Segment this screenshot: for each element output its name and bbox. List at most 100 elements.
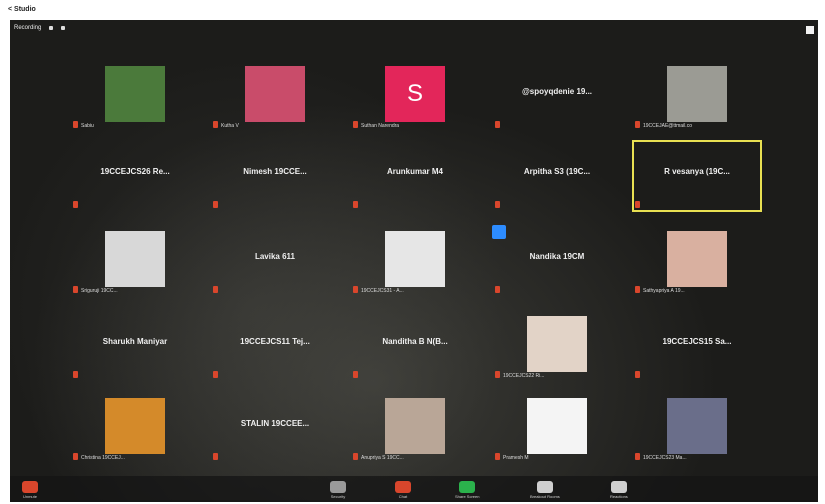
muted-mic-icon — [213, 121, 218, 128]
participant-tile[interactable]: R vesanya (19C... — [632, 140, 762, 212]
toolbar-button[interactable]: Security — [330, 481, 346, 499]
chat-icon — [395, 481, 411, 493]
muted-mic-icon — [635, 286, 640, 293]
participant-video — [667, 231, 727, 287]
muted-mic-icon — [213, 453, 218, 460]
participant-tile[interactable]: 19CCEJCS15 Sa... — [632, 310, 762, 382]
muted-mic-icon — [73, 371, 78, 378]
participant-label: 19CCEJCS22 Ri... — [503, 373, 545, 379]
toolbar-label: Share Screen — [455, 494, 480, 499]
muted-mic-icon — [213, 371, 218, 378]
participant-label: Kutha V — [221, 123, 239, 129]
participant-name: Nanditha B N(B... — [382, 337, 448, 346]
participant-tile[interactable]: 19CCEJCS22 Ri... — [492, 310, 622, 382]
breakout-rooms-icon — [536, 481, 553, 493]
muted-mic-icon — [635, 453, 640, 460]
participant-name: Nandika 19CM — [529, 252, 585, 261]
participant-avatar: S — [385, 66, 445, 122]
screen-share-icon — [492, 225, 506, 239]
participant-video — [105, 231, 165, 287]
participant-tile[interactable]: 19CCEJCS31 - A... — [350, 225, 480, 297]
participant-tile[interactable]: Nanditha B N(B... — [350, 310, 480, 382]
participant-tile[interactable]: Sharukh Maniyar — [70, 310, 200, 382]
participant-tile[interactable]: 19CCEJCS23 Ma... — [632, 392, 762, 464]
microphone-icon — [22, 481, 38, 493]
participant-tile[interactable]: Sriguruji 19CC... — [70, 225, 200, 297]
participant-video — [527, 398, 587, 454]
participant-tile[interactable]: Nandika 19CM — [492, 225, 622, 297]
participant-label: 19CCEJAE@ttmail.co — [643, 123, 692, 129]
toolbar-label: Unmute — [22, 494, 37, 499]
participant-tile[interactable]: 19CCEJCS11 Tej... — [210, 310, 340, 382]
participant-label: Sathyapriya A 19... — [643, 288, 685, 294]
participant-name: Arpitha S3 (19C... — [523, 167, 591, 176]
participant-tile[interactable]: Christina 19CCEJ... — [70, 392, 200, 464]
participant-tile[interactable]: Anupriya S 19CC... — [350, 392, 480, 464]
participant-tile[interactable]: Lavika 611 — [210, 225, 340, 297]
participant-tile[interactable]: STALIN 19CCEE... — [210, 392, 340, 464]
toolbar-button[interactable]: Share Screen — [455, 481, 479, 499]
participant-label: 19CCEJCS31 - A... — [361, 288, 404, 294]
muted-mic-icon — [213, 201, 218, 208]
participant-video — [105, 398, 165, 454]
participant-tile[interactable]: Pramesh M — [492, 392, 622, 464]
participant-name: R vesanya (19C... — [664, 167, 730, 176]
muted-mic-icon — [353, 453, 358, 460]
meeting-toolbar: Unmute Security Chat Share Screen Breakout R… — [10, 476, 818, 502]
toolbar-button[interactable]: Chat — [395, 481, 411, 499]
toolbar-button[interactable]: Reactions — [610, 481, 628, 499]
toolbar-button[interactable]: Unmute — [22, 481, 38, 499]
participant-name: @spoyqdenie 19... — [521, 87, 593, 96]
participant-video — [667, 398, 727, 454]
muted-mic-icon — [73, 121, 78, 128]
participant-tile[interactable]: 19CCEJCS26 Re... — [70, 140, 200, 212]
muted-mic-icon — [73, 286, 78, 293]
muted-mic-icon — [635, 121, 640, 128]
participant-name: Nimesh 19CCE... — [243, 167, 307, 176]
participant-name: STALIN 19CCEE... — [240, 419, 310, 428]
muted-mic-icon — [213, 286, 218, 293]
recording-bar: Recording — [10, 20, 66, 36]
participant-video — [105, 66, 165, 122]
participant-video — [667, 66, 727, 122]
muted-mic-icon — [495, 121, 500, 128]
participant-label: Pramesh M — [503, 455, 529, 461]
muted-mic-icon — [353, 201, 358, 208]
view-toggle-icon[interactable] — [806, 26, 814, 34]
participant-name: 19CCEJCS15 Sa... — [662, 337, 732, 346]
participant-tile[interactable]: 19CCEJAE@ttmail.co — [632, 60, 762, 132]
participant-tile[interactable]: Sathyapriya A 19... — [632, 225, 762, 297]
participant-name: Arunkumar M4 — [386, 167, 443, 176]
participant-tile[interactable]: Kutha V — [210, 60, 340, 132]
participant-video — [245, 66, 305, 122]
participant-video — [385, 231, 445, 287]
stop-recording-icon[interactable] — [61, 26, 66, 30]
reactions-icon — [610, 481, 627, 493]
participant-tile[interactable]: Arpitha S3 (19C... — [492, 140, 622, 212]
muted-mic-icon — [495, 201, 500, 208]
window-title: < Studio — [8, 6, 36, 13]
participant-name: 19CCEJCS11 Tej... — [240, 337, 310, 346]
toolbar-label: Breakout Rooms — [530, 494, 560, 499]
participant-label: Anupriya S 19CC... — [361, 455, 404, 461]
recording-label: Recording — [14, 25, 42, 31]
participant-tile[interactable]: @spoyqdenie 19... — [492, 60, 622, 132]
muted-mic-icon — [635, 201, 640, 208]
participant-label: Sabiu — [81, 123, 94, 129]
muted-mic-icon — [495, 286, 500, 293]
toolbar-button[interactable]: Breakout Rooms — [530, 481, 560, 499]
participant-tile[interactable]: Nimesh 19CCE... — [210, 140, 340, 212]
participant-tile[interactable]: Sabiu — [70, 60, 200, 132]
participant-label: Sriguruji 19CC... — [81, 288, 118, 294]
share-screen-icon — [459, 481, 476, 493]
muted-mic-icon — [73, 453, 78, 460]
muted-mic-icon — [495, 453, 500, 460]
muted-mic-icon — [353, 371, 358, 378]
participant-tile[interactable]: S Suthan Narendra — [350, 60, 480, 132]
pause-recording-icon[interactable] — [49, 26, 54, 30]
participant-tile[interactable]: Arunkumar M4 — [350, 140, 480, 212]
participant-name: Lavika 611 — [254, 252, 296, 261]
muted-mic-icon — [353, 121, 358, 128]
participant-label: 19CCEJCS23 Ma... — [643, 455, 687, 461]
muted-mic-icon — [353, 286, 358, 293]
